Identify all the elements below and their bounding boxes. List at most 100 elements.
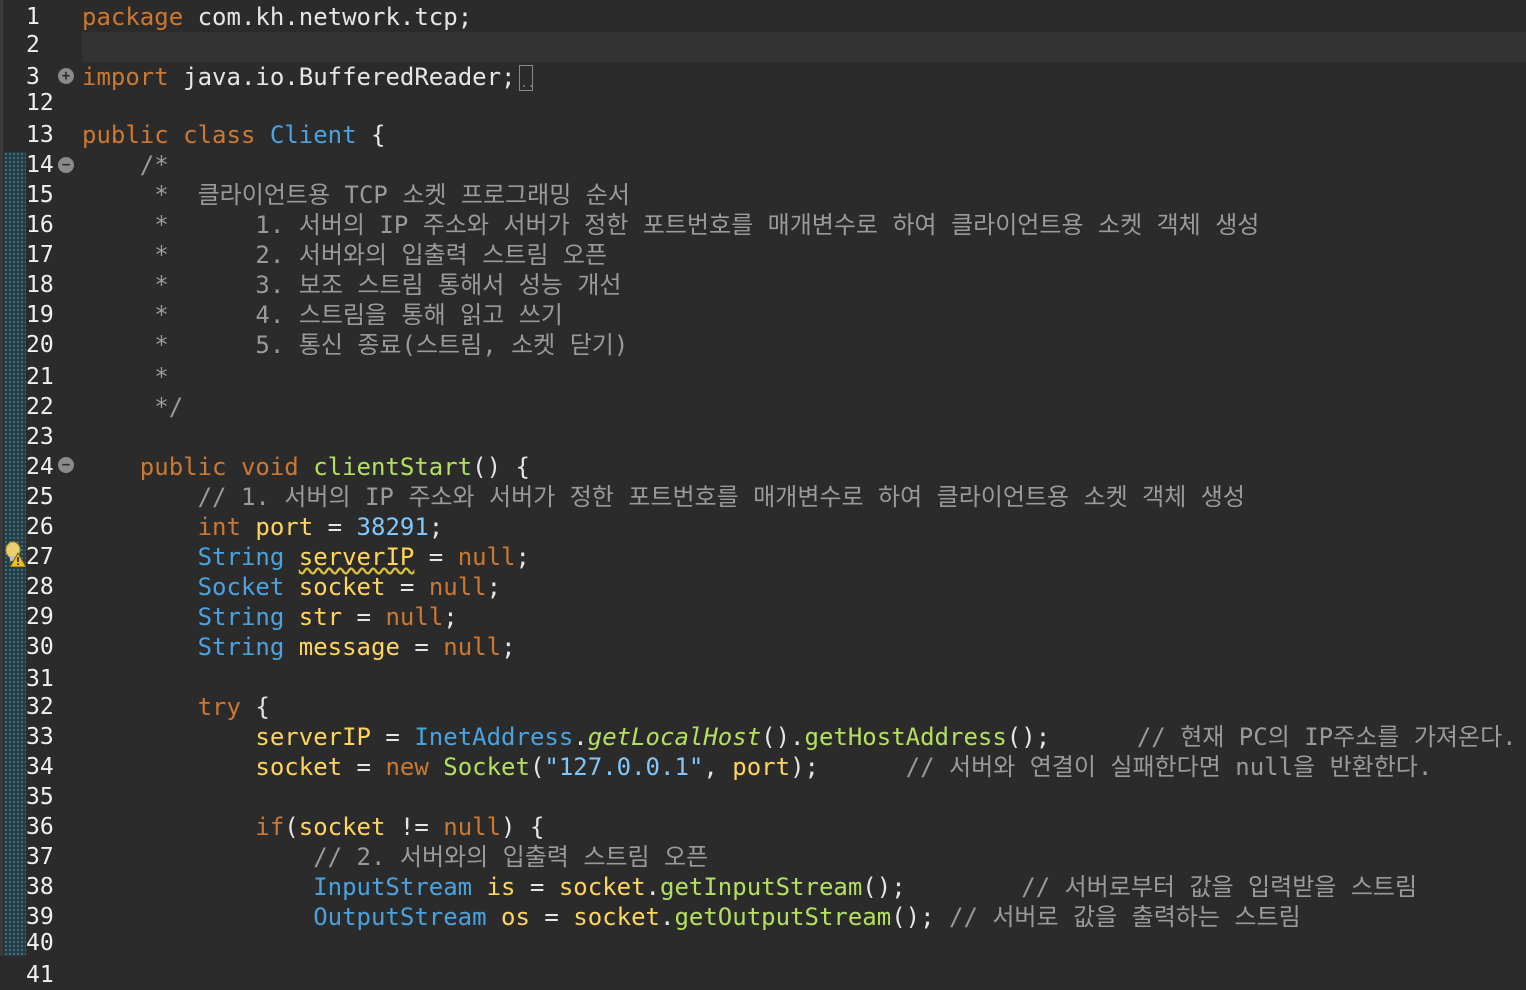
code-line[interactable]: 27 String serverIP = null;: [0, 542, 1526, 572]
code-line[interactable]: 2: [0, 30, 1526, 60]
code-text[interactable]: InputStream is = socket.getInputStream()…: [82, 872, 1417, 902]
line-number: 29: [26, 604, 54, 630]
code-line[interactable]: 32 try {: [0, 692, 1526, 722]
code-line[interactable]: 24 public void clientStart() {: [0, 452, 1526, 482]
code-editor[interactable]: 1 package com.kh.network.tcp; 2 3 import jav…: [0, 0, 1526, 988]
code-token: os: [501, 903, 530, 931]
code-text[interactable]: serverIP = InetAddress.getLocalHost().ge…: [82, 722, 1517, 752]
code-line[interactable]: 35: [0, 782, 1526, 812]
code-text[interactable]: package com.kh.network.tcp;: [82, 2, 472, 32]
code-text[interactable]: socket = new Socket("127.0.0.1", port); …: [82, 752, 1432, 782]
code-line[interactable]: 40: [0, 928, 1526, 958]
code-line[interactable]: 29 String str = null;: [0, 602, 1526, 632]
code-line[interactable]: 13 public class Client {: [0, 120, 1526, 150]
code-text[interactable]: * 클라이언트용 TCP 소켓 프로그래밍 순서: [82, 180, 630, 210]
code-token: .: [660, 903, 675, 931]
code-token: ;: [486, 573, 502, 601]
code-line[interactable]: 30 String message = null;: [0, 632, 1526, 662]
code-text[interactable]: try {: [82, 692, 270, 722]
code-text[interactable]: * 1. 서버의 IP 주소와 서버가 정한 포트번호를 매개변수로 하여 클라…: [82, 210, 1259, 240]
code-line[interactable]: 23: [0, 422, 1526, 452]
code-token: =: [529, 903, 574, 931]
code-line[interactable]: 1 package com.kh.network.tcp;: [0, 2, 1526, 32]
code-token: ();: [862, 873, 906, 901]
code-token: InputStream: [82, 873, 487, 901]
line-number: 25: [26, 484, 54, 510]
code-token: ();: [1006, 723, 1051, 751]
code-token: ;: [428, 513, 444, 541]
code-line[interactable]: 33 serverIP = InetAddress.getLocalHost()…: [0, 722, 1526, 752]
code-line[interactable]: 37 // 2. 서버와의 입출력 스트림 오픈: [0, 842, 1526, 872]
code-line[interactable]: 41: [0, 960, 1526, 990]
code-text[interactable]: * 4. 스트림을 통해 읽고 쓰기: [82, 300, 563, 330]
code-line[interactable]: 18 * 3. 보조 스트림 통해서 성능 개선: [0, 270, 1526, 300]
code-token: =: [399, 633, 444, 661]
code-token: * 4. 스트림을 통해 읽고 쓰기: [82, 301, 563, 329]
code-token: serverIP: [82, 723, 371, 751]
code-token: ;: [515, 543, 530, 571]
code-token: String: [82, 603, 299, 631]
code-line[interactable]: 38 InputStream is = socket.getInputStrea…: [0, 872, 1526, 902]
warning-lightbulb-icon[interactable]: [4, 541, 26, 567]
code-token: ();: [891, 903, 949, 931]
code-text[interactable]: String message = null;: [82, 632, 516, 662]
code-text[interactable]: if(socket != null) {: [82, 812, 544, 842]
line-number: 17: [26, 242, 54, 268]
line-number: 20: [26, 332, 54, 358]
line-number: 19: [26, 302, 54, 328]
code-text[interactable]: String str = null;: [82, 602, 458, 632]
code-token: =: [385, 573, 429, 601]
code-line[interactable]: 22 */: [0, 392, 1526, 422]
code-text[interactable]: int port = 38291;: [82, 512, 444, 542]
code-token: public void: [82, 453, 314, 481]
code-text[interactable]: /*: [82, 150, 169, 180]
line-number: 13: [26, 122, 54, 148]
code-line[interactable]: 28 Socket socket = null;: [0, 572, 1526, 602]
code-line[interactable]: 12: [0, 88, 1526, 118]
collapse-fold-icon[interactable]: −: [58, 157, 74, 173]
code-line[interactable]: 20 * 5. 통신 종료(스트림, 소켓 닫기): [0, 330, 1526, 360]
code-token: socket: [298, 813, 386, 841]
code-text[interactable]: * 2. 서버와의 입출력 스트림 오픈: [82, 240, 607, 270]
code-token: String: [82, 633, 299, 661]
code-token: .: [645, 873, 660, 901]
code-line[interactable]: 36 if(socket != null) {: [0, 812, 1526, 842]
code-line[interactable]: 25 // 1. 서버의 IP 주소와 서버가 정한 포트번호를 매개변수로 하…: [0, 482, 1526, 512]
expand-fold-icon[interactable]: +: [58, 68, 74, 84]
code-line[interactable]: 15 * 클라이언트용 TCP 소켓 프로그래밍 순서: [0, 180, 1526, 210]
code-token: OutputStream: [82, 903, 502, 931]
code-text[interactable]: public void clientStart() {: [82, 452, 530, 482]
code-text[interactable]: */: [82, 392, 183, 422]
code-text[interactable]: // 1. 서버의 IP 주소와 서버가 정한 포트번호를 매개변수로 하여 클…: [82, 482, 1245, 512]
code-token: public class: [82, 121, 270, 149]
code-text[interactable]: String serverIP = null;: [82, 542, 530, 572]
code-line[interactable]: 26 int port = 38291;: [0, 512, 1526, 542]
code-token: Client: [269, 121, 357, 149]
code-text[interactable]: * 3. 보조 스트림 통해서 성능 개선: [82, 270, 622, 300]
code-line[interactable]: 21 *: [0, 362, 1526, 392]
code-token: int: [82, 513, 256, 541]
code-token: // 현재 PC의 IP주소를 가져온다.: [1050, 723, 1517, 751]
line-number: 22: [26, 394, 54, 420]
code-text[interactable]: // 2. 서버와의 입출력 스트림 오픈: [82, 842, 708, 872]
line-number: 23: [26, 424, 54, 450]
code-token: * 3. 보조 스트림 통해서 성능 개선: [82, 271, 622, 299]
code-text[interactable]: * 5. 통신 종료(스트림, 소켓 닫기): [82, 330, 628, 360]
collapse-fold-icon[interactable]: −: [58, 457, 74, 473]
code-line[interactable]: 16 * 1. 서버의 IP 주소와 서버가 정한 포트번호를 매개변수로 하여…: [0, 210, 1526, 240]
code-text[interactable]: Socket socket = null;: [82, 572, 501, 602]
code-line[interactable]: 14 /*: [0, 150, 1526, 180]
code-token: String: [82, 543, 299, 571]
code-line[interactable]: 19 * 4. 스트림을 통해 읽고 쓰기: [0, 300, 1526, 330]
code-token: =: [342, 603, 386, 631]
code-token: ;: [501, 633, 516, 661]
code-token: =: [313, 513, 357, 541]
code-text[interactable]: public class Client {: [82, 120, 385, 150]
code-token: com.kh.network.tcp;: [183, 3, 473, 31]
code-text[interactable]: *: [82, 362, 168, 392]
code-line[interactable]: 34 socket = new Socket("127.0.0.1", port…: [0, 752, 1526, 782]
code-line[interactable]: 31: [0, 664, 1526, 694]
code-token: socket: [298, 573, 386, 601]
code-line[interactable]: 17 * 2. 서버와의 입출력 스트림 오픈: [0, 240, 1526, 270]
code-token: =: [414, 543, 458, 571]
